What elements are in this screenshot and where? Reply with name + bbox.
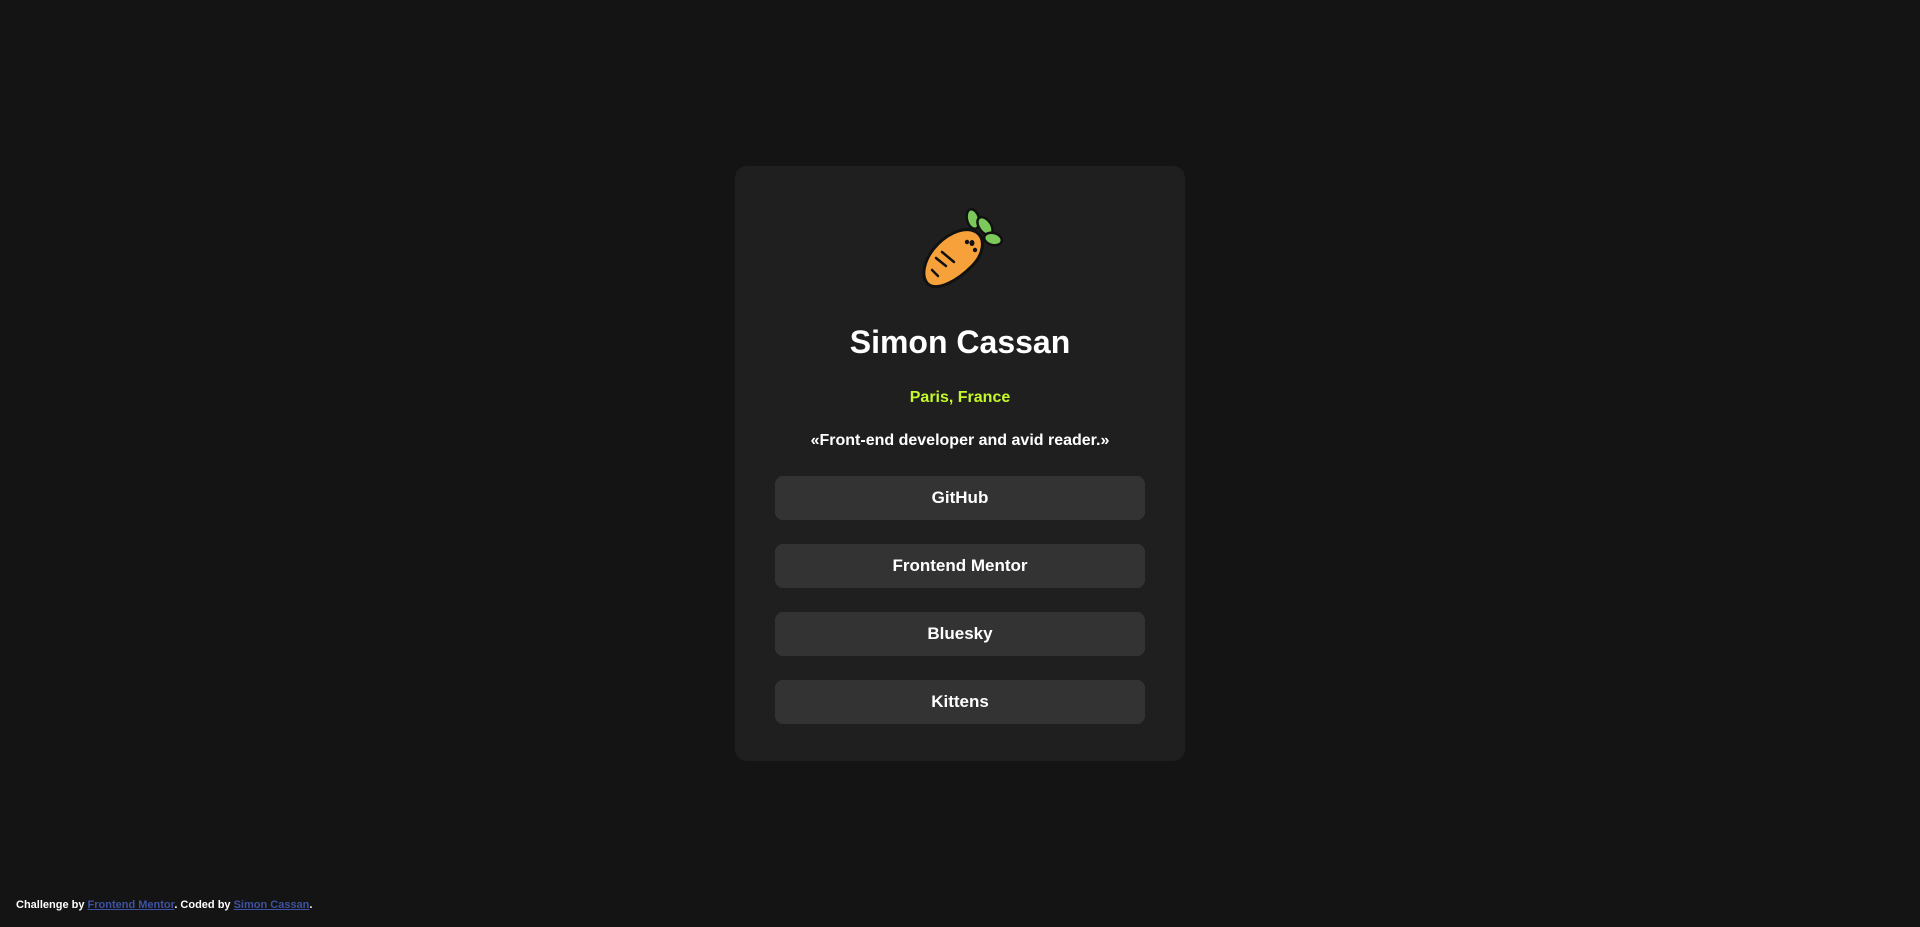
attribution: Challenge by Frontend Mentor. Coded by S… (16, 898, 312, 912)
author-attribution-link[interactable]: Simon Cassan (234, 899, 310, 911)
profile-location: Paris, France (909, 389, 1011, 406)
profile-card: Simon Cassan Paris, France «Front-end de… (735, 166, 1185, 761)
attribution-middle: . Coded by (174, 899, 234, 911)
page: Simon Cassan Paris, France «Front-end de… (0, 0, 1920, 927)
attribution-suffix: . (309, 899, 313, 911)
kittens-link-button[interactable]: Kittens (775, 680, 1145, 724)
avatar (912, 206, 1008, 298)
profile-name: Simon Cassan (849, 324, 1071, 360)
profile-bio: «Front-end developer and avid reader.» (810, 432, 1110, 449)
bluesky-link-button[interactable]: Bluesky (775, 612, 1145, 656)
attribution-prefix: Challenge by (16, 899, 88, 911)
github-link-button[interactable]: GitHub (775, 476, 1145, 520)
frontend-mentor-link-button[interactable]: Frontend Mentor (775, 544, 1145, 588)
frontend-mentor-attribution-link[interactable]: Frontend Mentor (88, 899, 175, 911)
carrot-icon (922, 207, 1004, 289)
social-links: GitHub Frontend Mentor Bluesky Kittens (775, 476, 1145, 724)
